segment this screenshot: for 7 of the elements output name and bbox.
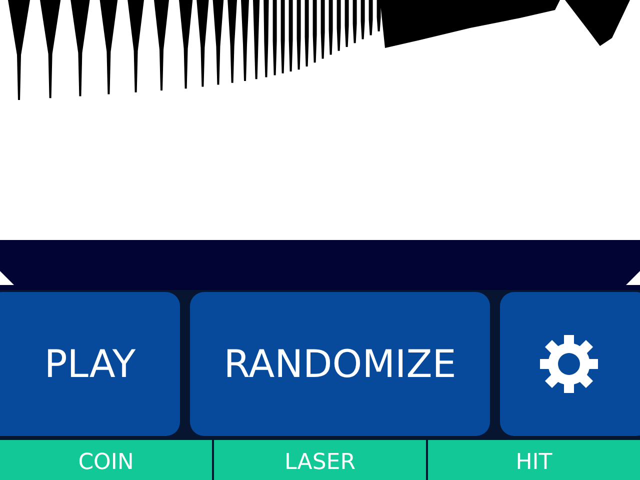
settings-icon: [539, 334, 599, 394]
randomize-button[interactable]: RANDOMIZE: [190, 292, 490, 436]
preset-button[interactable]: HIT: [428, 440, 640, 480]
settings-button[interactable]: [500, 292, 640, 436]
preset-button[interactable]: COIN: [0, 440, 212, 480]
play-button[interactable]: PLAY: [0, 292, 180, 436]
preset-button[interactable]: LASER: [214, 440, 426, 480]
